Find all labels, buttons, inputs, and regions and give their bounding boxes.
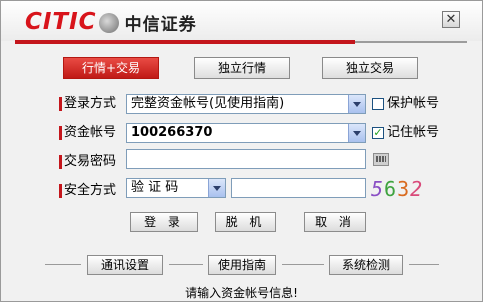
- required-marker: [59, 126, 62, 140]
- security-method-select[interactable]: 验 证 码: [126, 178, 226, 198]
- logo-emblem-icon: [98, 13, 119, 33]
- footer-divider: [169, 264, 203, 265]
- cancel-button[interactable]: 取 消: [304, 212, 366, 232]
- login-window: CITIC 中信证券 ✕ 行情+交易 独立行情 独立交易 登录方式 完整资金帐号…: [0, 0, 483, 302]
- password-field[interactable]: [126, 149, 366, 169]
- header-accent-bar: [15, 40, 355, 44]
- offline-button[interactable]: 脱 机: [215, 212, 276, 232]
- remember-account-label: 记住帐号: [387, 125, 440, 140]
- logo-chinese-name: 中信证券: [124, 14, 197, 35]
- required-marker: [59, 97, 62, 111]
- protect-account-label: 保护帐号: [387, 96, 440, 111]
- captcha-char: 3: [397, 177, 411, 201]
- login-method-select[interactable]: 完整资金帐号(见使用指南): [126, 94, 366, 114]
- tab-quote-only[interactable]: 独立行情: [194, 57, 290, 79]
- captcha-char: 6: [384, 177, 398, 201]
- tab-trade-only[interactable]: 独立交易: [322, 57, 418, 79]
- security-method-label: 安全方式: [64, 183, 117, 198]
- tab-quote-and-trade[interactable]: 行情+交易: [63, 57, 159, 79]
- captcha-char: 5: [371, 177, 385, 201]
- account-label: 资金帐号: [64, 125, 117, 140]
- system-check-button[interactable]: 系统检测: [329, 255, 403, 275]
- login-button[interactable]: 登 录: [130, 212, 198, 232]
- header: CITIC 中信证券 ✕: [1, 1, 482, 41]
- account-combobox[interactable]: 100266370: [126, 123, 366, 143]
- close-button[interactable]: ✕: [442, 11, 460, 28]
- login-method-value: 完整资金帐号(见使用指南): [131, 96, 285, 111]
- password-label: 交易密码: [64, 154, 117, 169]
- footer-divider: [45, 264, 81, 265]
- chevron-down-icon[interactable]: [208, 179, 225, 197]
- captcha-image[interactable]: 5632: [371, 177, 422, 201]
- status-message: 请输入资金帐号信息!: [185, 286, 298, 300]
- chevron-down-icon[interactable]: [348, 124, 365, 142]
- header-divider: [355, 41, 467, 43]
- required-marker: [59, 155, 62, 169]
- footer-divider: [282, 264, 324, 265]
- soft-keyboard-icon[interactable]: [373, 153, 389, 166]
- security-method-value: 验 证 码: [131, 180, 179, 195]
- captcha-input[interactable]: [231, 178, 366, 198]
- logo-text: CITIC: [25, 9, 97, 35]
- comm-settings-button[interactable]: 通讯设置: [87, 255, 163, 275]
- citic-logo: CITIC 中信证券: [25, 9, 197, 35]
- required-marker: [59, 184, 62, 198]
- remember-account-checkbox[interactable]: ✓: [372, 127, 384, 139]
- captcha-char: 2: [410, 177, 424, 201]
- user-guide-button[interactable]: 使用指南: [208, 255, 276, 275]
- footer-divider: [409, 264, 439, 265]
- protect-account-checkbox[interactable]: [372, 98, 384, 110]
- account-value: 100266370: [131, 125, 213, 140]
- login-method-label: 登录方式: [64, 96, 117, 111]
- chevron-down-icon[interactable]: [348, 95, 365, 113]
